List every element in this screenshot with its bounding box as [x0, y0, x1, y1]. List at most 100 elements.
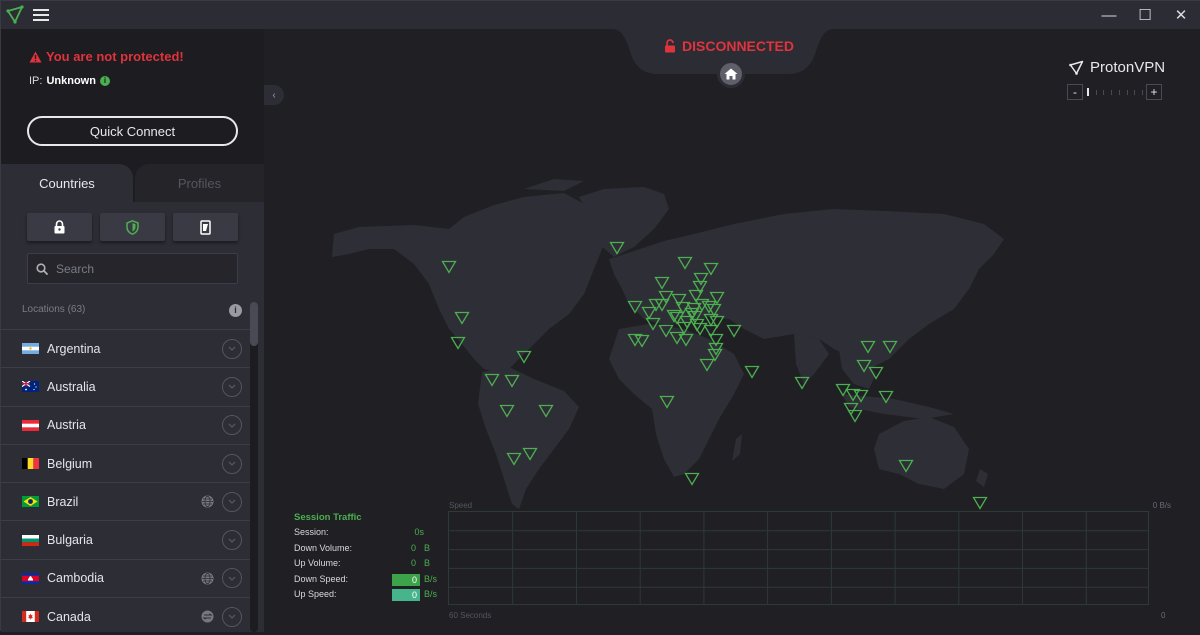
- expand-chevron-icon[interactable]: [222, 453, 242, 474]
- search-icon: [36, 262, 48, 275]
- country-row-austria[interactable]: Austria: [1, 405, 250, 444]
- title-bar: — ☐ ✕: [1, 1, 1200, 29]
- ip-info-icon[interactable]: i: [99, 76, 110, 86]
- flag-argentina-icon: [22, 343, 39, 355]
- expand-chevron-icon[interactable]: [222, 338, 242, 359]
- expand-chevron-icon[interactable]: [222, 606, 242, 627]
- session-traffic-title: Session Traffic: [294, 512, 362, 523]
- country-row-argentina[interactable]: Argentina: [1, 329, 250, 367]
- new-zealand: [976, 469, 988, 487]
- ip-label: IP:: [29, 75, 43, 87]
- brand-name: ProtonVPN: [1090, 59, 1166, 76]
- protection-status: You are not protected!: [29, 49, 184, 64]
- unlocked-icon: [665, 39, 675, 53]
- globe-icon: [201, 495, 214, 508]
- map-area: ‹ DISCONNECTED ProtonVPN - + Session Tra…: [264, 29, 1200, 632]
- hamburger-menu-icon[interactable]: [33, 7, 49, 23]
- p2p-icon: [201, 610, 214, 623]
- zoom-tick[interactable]: [1141, 89, 1143, 95]
- down-speed-row: Down Speed: 0 B/s: [294, 573, 444, 590]
- up-speed-value: 0: [392, 589, 420, 601]
- server-marker-icon[interactable]: [744, 365, 760, 379]
- down-speed-unit: B/s: [424, 573, 438, 584]
- tab-countries[interactable]: Countries: [1, 164, 133, 202]
- down-speed-label: Down Speed:: [294, 573, 349, 584]
- streaming-filter-button[interactable]: [173, 213, 238, 241]
- expand-chevron-icon[interactable]: [222, 376, 242, 397]
- zoom-slider[interactable]: [1087, 87, 1143, 97]
- flag-belgium-icon: [22, 458, 39, 470]
- quick-connect-button[interactable]: Quick Connect: [27, 116, 238, 146]
- countries-scrollbar[interactable]: [250, 302, 258, 632]
- search-input[interactable]: [56, 261, 226, 276]
- locations-count: Locations (63): [22, 304, 86, 315]
- up-speed-unit: B/s: [424, 589, 438, 599]
- north-america: [332, 193, 604, 374]
- country-name: Canada: [47, 609, 91, 624]
- home-button[interactable]: [717, 60, 745, 88]
- sidebar: You are not protected! IP: Unknown i Qui…: [1, 29, 264, 632]
- country-name: Bulgaria: [47, 533, 93, 548]
- locations-info-icon[interactable]: i: [229, 304, 242, 317]
- home-icon: [724, 68, 738, 80]
- speed-chart-grid: [448, 511, 1149, 605]
- ip-address: IP: Unknown i: [29, 75, 110, 87]
- connection-status-text: DISCONNECTED: [682, 38, 795, 54]
- secure-core-filter-button[interactable]: [27, 213, 92, 241]
- zoom-in-button[interactable]: +: [1146, 84, 1162, 100]
- country-row-bulgaria[interactable]: Bulgaria: [1, 520, 250, 558]
- zoom-tick[interactable]: [1118, 89, 1120, 95]
- search-field[interactable]: [27, 253, 238, 284]
- up-speed-label: Up Speed:: [294, 589, 337, 599]
- country-list: Argentina Australia Austria Belgium Braz…: [1, 329, 250, 635]
- maximize-button[interactable]: ☐: [1125, 1, 1165, 29]
- down-volume-value: 0: [410, 542, 416, 553]
- lock-icon: [54, 220, 65, 234]
- protonvpn-window: — ☐ ✕ You are not protected! IP: Unknown…: [0, 0, 1200, 632]
- flag-cambodia-icon: [22, 572, 39, 584]
- zoom-tick[interactable]: [1103, 89, 1105, 95]
- up-volume-row: Up Volume: 0 B: [294, 558, 444, 574]
- country-row-belgium[interactable]: Belgium: [1, 443, 250, 482]
- sidebar-tabs: Countries Profiles: [1, 164, 264, 202]
- up-speed-row: Up Speed: 0 B/s: [294, 589, 444, 605]
- server-marker-icon[interactable]: [684, 472, 700, 486]
- zoom-tick[interactable]: [1134, 89, 1136, 95]
- down-volume-unit: B: [424, 542, 431, 553]
- close-button[interactable]: ✕: [1161, 1, 1200, 29]
- zoom-tick[interactable]: [1095, 89, 1097, 95]
- country-row-cambodia[interactable]: Cambodia: [1, 558, 250, 597]
- minimize-button[interactable]: —: [1089, 1, 1129, 29]
- zoom-tick[interactable]: [1111, 89, 1113, 95]
- netshield-filter-button[interactable]: [100, 213, 165, 241]
- zoom-tick[interactable]: [1087, 88, 1089, 96]
- tab-profiles[interactable]: Profiles: [135, 164, 264, 202]
- speed-chart-label: Speed: [449, 501, 473, 510]
- expand-chevron-icon[interactable]: [222, 568, 242, 589]
- expand-chevron-icon[interactable]: [222, 491, 242, 512]
- speed-chart: Speed 0 B/s 60 Seconds 0: [448, 501, 1173, 623]
- session-traffic-panel: Session Traffic Session: 0s Down Volume:…: [294, 512, 444, 605]
- country-row-canada[interactable]: Canada: [1, 597, 250, 635]
- continents: [332, 179, 1004, 509]
- zoom-tick[interactable]: [1126, 89, 1128, 95]
- session-row: Session: 0s: [294, 527, 444, 543]
- scrollbar-thumb[interactable]: [250, 302, 258, 346]
- session-label: Session:: [294, 527, 329, 537]
- down-volume-label: Down Volume:: [294, 542, 353, 553]
- country-name: Austria: [47, 418, 86, 433]
- expand-chevron-icon[interactable]: [222, 415, 242, 436]
- server-marker-icon[interactable]: [726, 324, 742, 338]
- country-row-australia[interactable]: Australia: [1, 367, 250, 405]
- zoom-out-button[interactable]: -: [1067, 84, 1083, 100]
- expand-chevron-icon[interactable]: [222, 530, 242, 551]
- up-volume-label: Up Volume:: [294, 558, 341, 568]
- speed-chart-x-end: 0: [1161, 611, 1166, 620]
- collapse-sidebar-button[interactable]: ‹: [264, 85, 284, 105]
- down-speed-value: 0: [392, 573, 420, 586]
- country-row-brazil[interactable]: Brazil: [1, 482, 250, 520]
- up-volume-value: 0: [410, 558, 416, 568]
- south-america: [478, 367, 579, 509]
- server-marker-icon[interactable]: [847, 409, 863, 423]
- shield-icon: [126, 219, 139, 235]
